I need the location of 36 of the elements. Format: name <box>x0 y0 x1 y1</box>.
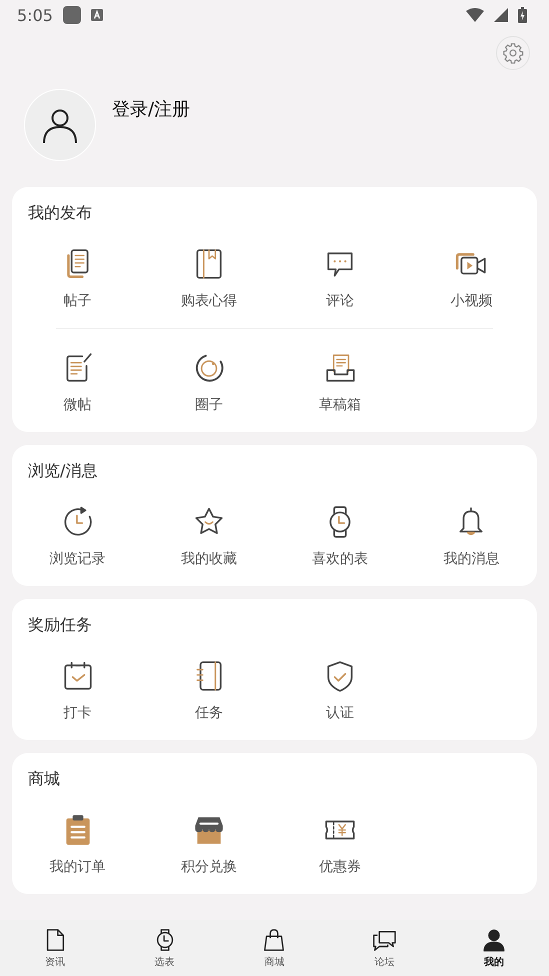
menu-item-label[interactable]: 喜欢的表 <box>312 549 368 569</box>
nav-tab[interactable]: 论坛 <box>329 920 440 976</box>
menu-item-label[interactable]: 浏览记录 <box>50 549 106 569</box>
menu-item-label[interactable]: 微帖 <box>64 395 92 415</box>
keyboard-notification-icon <box>90 9 103 21</box>
menu-item-label[interactable]: 认证 <box>326 703 354 723</box>
nav-tab[interactable]: 资讯 <box>0 920 110 976</box>
menu-item-label[interactable]: 我的消息 <box>443 549 500 569</box>
menu-item-label[interactable]: 我的收藏 <box>180 549 237 569</box>
menu-item-label[interactable]: 小视频 <box>450 291 492 311</box>
signal-icon <box>494 8 508 22</box>
menu-item-label[interactable]: 评论 <box>326 291 354 311</box>
status-time: 5:05 <box>17 6 53 24</box>
person-icon <box>481 927 508 953</box>
settings-button[interactable] <box>496 36 530 70</box>
wifi-icon <box>466 8 484 22</box>
app-notification-icon <box>62 6 81 24</box>
login-register-link[interactable]: 登录/注册 <box>112 97 190 121</box>
section-title: 奖励任务 <box>27 614 93 636</box>
battery-icon <box>518 7 527 23</box>
section-title: 商城 <box>27 768 61 790</box>
settings-icon <box>502 42 524 64</box>
menu-item-label[interactable]: 帖子 <box>64 291 92 311</box>
menu-item-label[interactable]: 任务 <box>194 703 223 723</box>
section-title: 我的发布 <box>27 202 93 224</box>
section-title: 浏览/消息 <box>27 460 98 482</box>
menu-item-label[interactable]: 优惠券 <box>319 857 362 877</box>
menu-item-label[interactable]: 积分兑换 <box>180 857 237 877</box>
menu-item-label[interactable]: 购表心得 <box>180 291 237 311</box>
menu-item-label[interactable]: 我的订单 <box>50 857 106 877</box>
menu-item-label[interactable]: 草稿箱 <box>319 395 362 415</box>
nav-tab[interactable]: 商城 <box>220 920 330 976</box>
nav-tab[interactable]: 选表 <box>110 920 220 976</box>
menu-item-label[interactable]: 圈子 <box>194 395 223 415</box>
menu-item-label[interactable]: 打卡 <box>64 703 92 723</box>
nav-tab[interactable]: 我的 <box>439 920 549 976</box>
